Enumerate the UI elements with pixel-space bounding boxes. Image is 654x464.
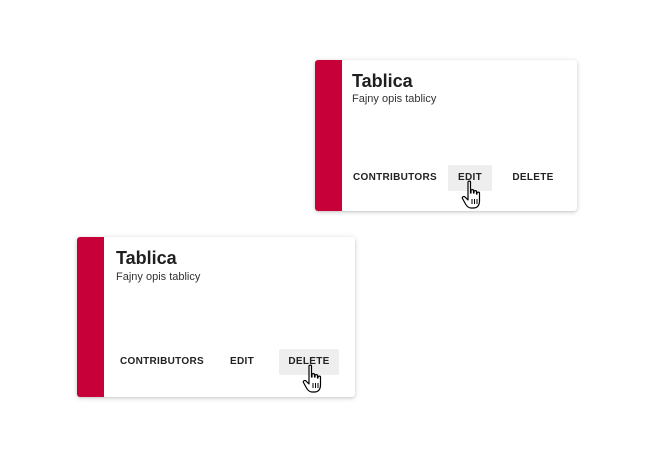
card-title: Tablica [116,248,177,268]
edit-button[interactable]: EDIT [225,349,259,375]
card-description: Fajny opis tablicy [352,93,437,105]
board-card: Tablica Fajny opis tablicy CONTRIBUTORS … [315,60,577,211]
delete-button[interactable]: DELETE [508,165,558,191]
contributors-button[interactable]: CONTRIBUTORS [120,349,204,375]
board-card: Tablica Fajny opis tablicy CONTRIBUTORS … [77,237,355,397]
edit-button[interactable]: EDIT [448,165,492,191]
contributors-button[interactable]: CONTRIBUTORS [353,165,437,191]
delete-button[interactable]: DELETE [279,349,339,375]
card-description: Fajny opis tablicy [116,271,201,283]
card-title: Tablica [352,71,413,91]
card-accent-stripe [77,237,104,397]
card-accent-stripe [315,60,342,211]
